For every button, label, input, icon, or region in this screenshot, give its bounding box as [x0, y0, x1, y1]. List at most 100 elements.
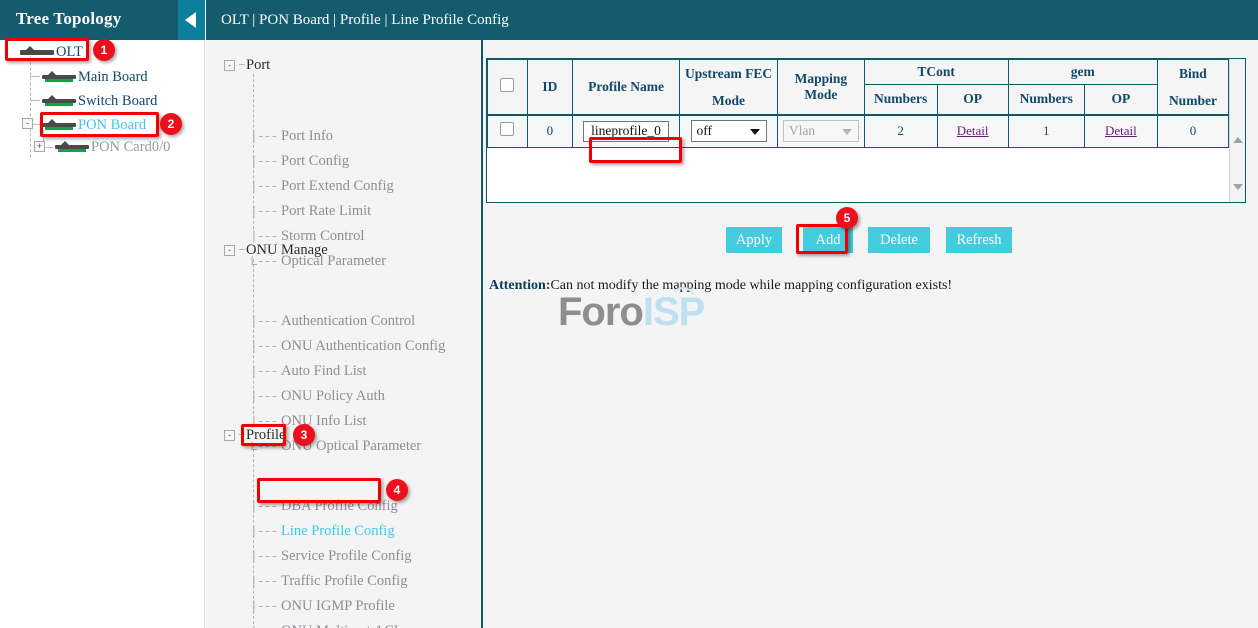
gem-numbers-header: Numbers — [1008, 84, 1084, 115]
upstream-fec-mode-value: off — [697, 123, 713, 138]
refresh-button[interactable]: Refresh — [946, 227, 1012, 253]
tree-node-label: PON Board — [78, 117, 146, 134]
nav-item-label: ONU Authentication Config — [281, 338, 445, 355]
tree-node-main-board[interactable]: Main Board — [42, 66, 148, 88]
nav-item-auto-find-list[interactable]: Auto Find List — [281, 361, 366, 381]
line-profile-table: ID Profile Name Upstream FEC Mode Mappin… — [487, 59, 1229, 148]
board-icon — [55, 141, 89, 154]
tcont-op-header: OP — [937, 84, 1008, 115]
nav-item-label: Line Profile Config — [281, 523, 395, 540]
add-button[interactable]: Add — [803, 227, 853, 253]
apply-button[interactable]: Apply — [726, 227, 782, 253]
sidebar-header: Tree Topology — [0, 0, 205, 40]
nav-item-port-config[interactable]: Port Config — [281, 151, 349, 171]
nav-item-label: Authentication Control — [281, 313, 415, 330]
tree-node-switch-board[interactable]: Switch Board — [42, 90, 157, 112]
upstream-fec-mode-select[interactable]: off — [691, 120, 767, 142]
chevron-down-icon — [842, 129, 852, 135]
nav-expander-onu-manage[interactable]: - — [224, 245, 235, 256]
nav-item-onu-policy-auth[interactable]: ONU Policy Auth — [281, 386, 385, 406]
app-root: Tree Topology OLT — [0, 0, 1258, 628]
tree-topology-sidebar: Tree Topology OLT — [0, 0, 205, 628]
bind-number-line1: Bind — [1158, 60, 1228, 87]
feature-nav-panel: - – Port |--- Port Info |--- Port Config… — [206, 40, 480, 628]
nav-item-onu-authentication-config[interactable]: ONU Authentication Config — [281, 336, 445, 356]
nav-item-port-extend-config[interactable]: Port Extend Config — [281, 176, 394, 196]
select-all-checkbox[interactable] — [500, 78, 514, 92]
chevron-left-icon — [185, 12, 196, 28]
upstream-fec-mode-line1: Upstream FEC — [680, 60, 777, 87]
nav-expander-port[interactable]: - — [224, 60, 235, 71]
nav-item-port-info[interactable]: Port Info — [281, 126, 333, 146]
tree-node-pon-card-0-0[interactable]: PON Card0/0 — [55, 136, 170, 158]
row-tcont-op-cell: Detail — [937, 115, 1008, 147]
id-header: ID — [527, 60, 573, 116]
nav-item-onu-info-list[interactable]: ONU Info List — [281, 411, 366, 431]
nav-item-line-profile-config[interactable]: Line Profile Config — [281, 521, 395, 541]
nav-group-port[interactable]: Port — [246, 55, 270, 75]
nav-item-label: Port Rate Limit — [281, 203, 371, 220]
row-tcont-numbers-cell: 2 — [864, 115, 937, 147]
nav-group-onu-manage[interactable]: ONU Manage — [246, 240, 328, 260]
upstream-fec-mode-header: Upstream FEC Mode — [679, 60, 777, 116]
tree-node-label: OLT — [56, 44, 83, 61]
nav-item-onu-igmp-profile[interactable]: ONU IGMP Profile — [281, 596, 395, 616]
table-vertical-scrollbar[interactable] — [1229, 59, 1245, 202]
bind-number-header: Bind Number — [1157, 60, 1228, 116]
chevron-down-icon — [750, 129, 760, 135]
nav-item-label: ONU Policy Auth — [281, 388, 385, 405]
nav-item-label: Port Config — [281, 153, 349, 170]
nav-item-service-profile-config[interactable]: Service Profile Config — [281, 546, 411, 566]
select-all-header — [488, 60, 528, 116]
tree-expander-pon-card[interactable]: + — [34, 141, 45, 152]
nav-item-onu-multicast-acl[interactable]: ONU Multicast ACL — [281, 621, 403, 628]
watermark-part1: Foro — [558, 290, 643, 334]
tcont-detail-link[interactable]: Detail — [957, 123, 989, 138]
nav-expander-profile[interactable]: - — [224, 430, 235, 441]
row-profile-name-cell — [573, 115, 680, 147]
table-header-row-1: ID Profile Name Upstream FEC Mode Mappin… — [488, 60, 1229, 85]
triangle-up-icon[interactable] — [1233, 137, 1243, 143]
nav-item-port-rate-limit[interactable]: Port Rate Limit — [281, 201, 371, 221]
nav-item-onu-optical-parameter[interactable]: ONU Optical Parameter — [281, 436, 421, 456]
delete-button[interactable]: Delete — [868, 227, 930, 253]
nav-item-label: Port Info — [281, 128, 333, 145]
device-icon — [20, 46, 54, 59]
nav-item-traffic-profile-config[interactable]: Traffic Profile Config — [281, 571, 407, 591]
nav-item-label: Service Profile Config — [281, 548, 411, 565]
table-row: 0 off Vlan — [488, 115, 1229, 147]
row-checkbox[interactable] — [500, 122, 514, 136]
row-mapping-mode-cell: Vlan — [778, 115, 864, 147]
nav-item-label: Traffic Profile Config — [281, 573, 407, 590]
tree-expander-pon-board[interactable]: - — [22, 118, 33, 129]
tree-line — [30, 100, 40, 101]
sidebar-collapse-button[interactable] — [178, 0, 205, 40]
triangle-down-icon[interactable] — [1233, 184, 1243, 190]
main-content: ID Profile Name Upstream FEC Mode Mappin… — [481, 40, 1258, 628]
nav-group-profile[interactable]: Profile — [246, 425, 285, 445]
board-icon — [42, 71, 76, 84]
tree-node-label: PON Card0/0 — [91, 139, 170, 156]
nav-item-label: ONU Optical Parameter — [281, 438, 421, 455]
nav-item-label: ONU Multicast ACL — [281, 623, 403, 628]
tcont-numbers-header: Numbers — [864, 84, 937, 115]
mapping-mode-select: Vlan — [783, 120, 859, 142]
tree-node-label: Switch Board — [78, 93, 157, 110]
profile-name-input[interactable] — [583, 121, 669, 142]
foroisp-watermark: ForoISP — [558, 290, 704, 335]
nav-item-label: ONU Info List — [281, 413, 366, 430]
feature-nav-scroll: - – Port |--- Port Info |--- Port Config… — [206, 40, 480, 628]
nav-item-dba-profile-config[interactable]: DBA Profile Config — [281, 496, 398, 516]
line-profile-table-container: ID Profile Name Upstream FEC Mode Mappin… — [486, 58, 1246, 203]
gem-detail-link[interactable]: Detail — [1105, 123, 1137, 138]
nav-item-label: Auto Find List — [281, 363, 366, 380]
attention-label: Attention: — [489, 278, 550, 293]
nav-group-label: Profile — [246, 427, 285, 444]
tree-node-olt[interactable]: OLT — [20, 41, 83, 63]
sidebar-title: Tree Topology — [16, 9, 121, 29]
tree-line — [30, 52, 31, 157]
upstream-fec-mode-line2: Mode — [680, 87, 777, 114]
nav-item-authentication-control[interactable]: Authentication Control — [281, 311, 415, 331]
tree-node-pon-board[interactable]: PON Board — [42, 114, 146, 136]
nav-item-label: DBA Profile Config — [281, 498, 398, 515]
